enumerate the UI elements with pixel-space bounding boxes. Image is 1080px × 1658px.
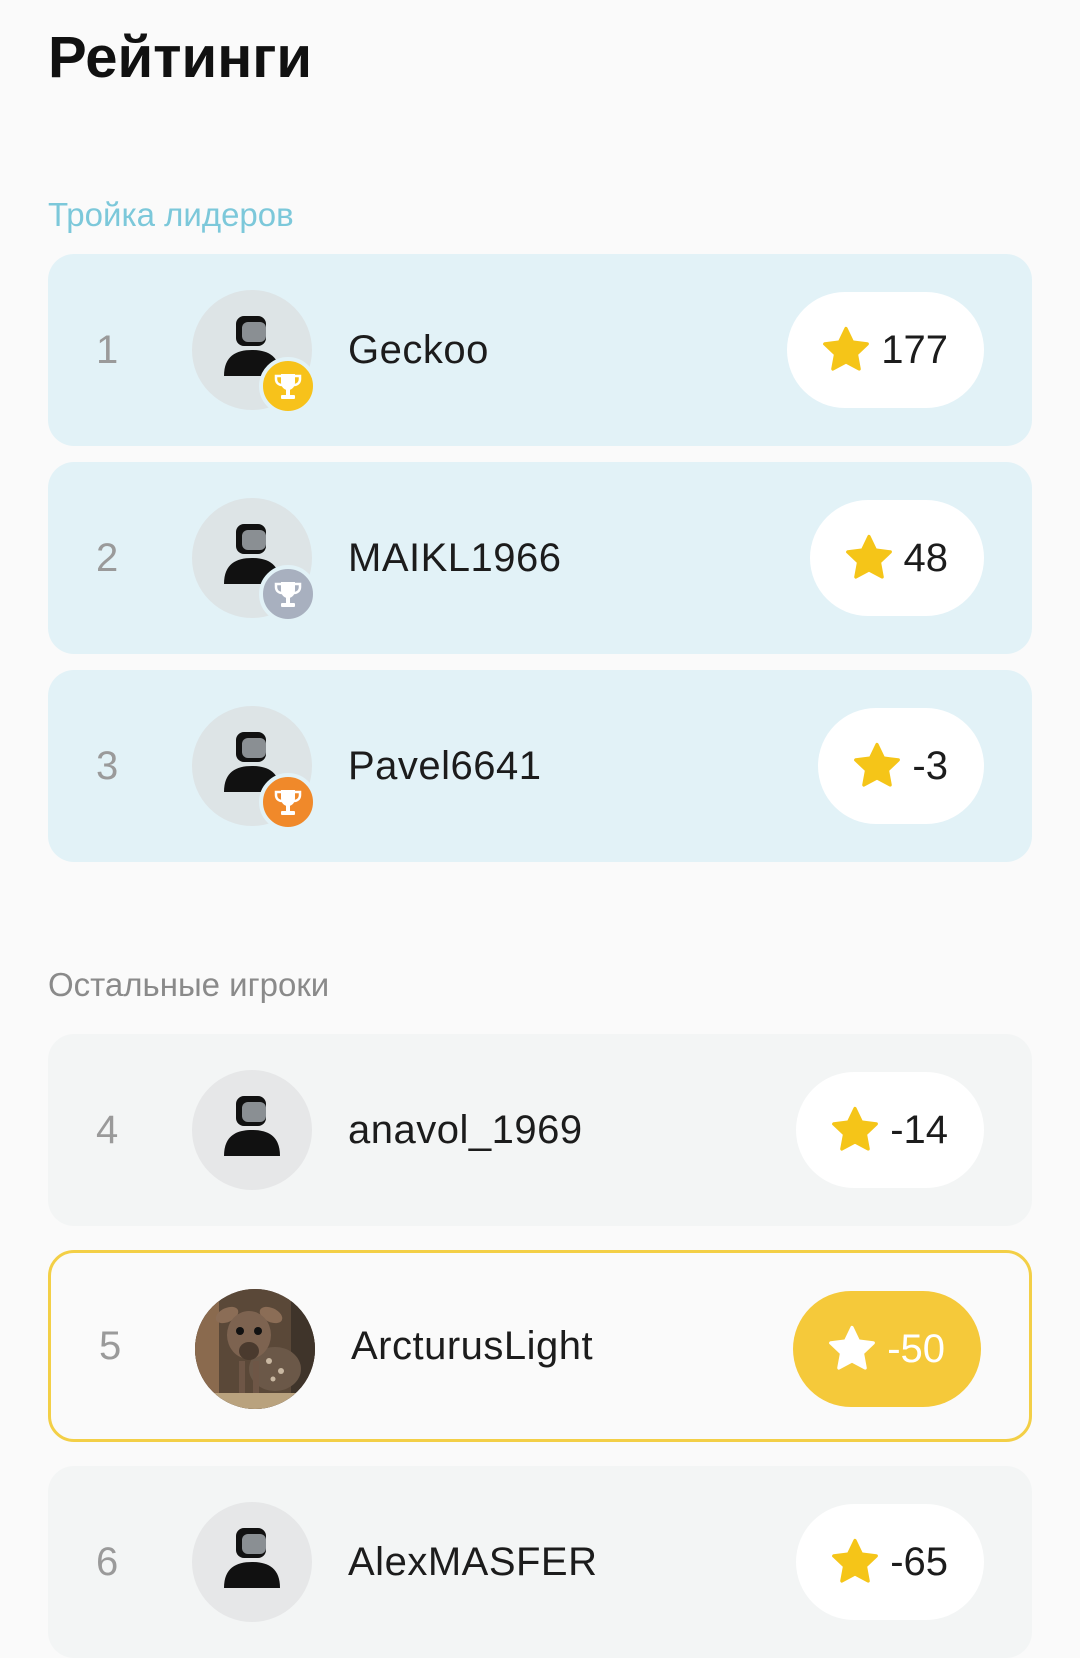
score-value: -50 [887,1326,945,1371]
trophy-badge-gold [259,357,317,415]
person-icon [224,1528,280,1588]
section-label-others: Остальные игроки [48,966,330,1003]
player-name: MAIKL1966 [348,535,562,580]
deer-photo [195,1289,315,1409]
avatar-photo [195,1289,315,1409]
star-icon [852,742,902,790]
leaderboard-row[interactable]: 1 Geckoo 177 [48,254,1032,446]
leaderboard-row[interactable]: 3 Pavel6641 -3 [48,670,1032,862]
star-icon [830,1538,880,1586]
rank-number: 2 [96,535,119,580]
player-name: anavol_1969 [348,1107,583,1152]
rank-number: 3 [96,743,119,788]
leaderboard-row-current-user[interactable]: 5 ArcturusLight -50 [48,1250,1032,1442]
avatar [192,706,317,831]
trophy-badge-bronze [259,773,317,831]
score-pill: 177 [787,292,984,408]
score-value: -3 [912,743,948,788]
score-pill-current-user: -50 [793,1291,981,1407]
person-icon [224,1096,280,1156]
score-value: -14 [890,1107,948,1152]
leaderboard-row[interactable]: 4 anavol_1969 -14 [48,1034,1032,1226]
trophy-icon [274,790,302,815]
player-name: AlexMASFER [348,1539,598,1584]
section-label-leaders: Тройка лидеров [48,196,294,233]
score-pill: 48 [809,500,984,616]
avatar [192,290,317,415]
player-name: ArcturusLight [351,1323,594,1368]
trophy-badge-silver [259,565,317,623]
star-icon [830,1106,880,1154]
avatar [192,1502,312,1622]
star-icon [844,534,894,582]
avatar [192,498,317,623]
score-pill: -3 [818,708,984,824]
rank-number: 5 [99,1323,122,1368]
leaderboard-row[interactable]: 2 MAIKL1966 48 [48,462,1032,654]
score-value: -65 [890,1539,948,1584]
trophy-icon [274,374,302,399]
score-pill: -65 [796,1504,984,1620]
score-value: 177 [881,327,948,372]
avatar [192,1070,312,1190]
trophy-icon [274,582,302,607]
star-icon [827,1325,877,1373]
leaderboard-row[interactable]: 6 AlexMASFER -65 [48,1466,1032,1658]
rank-number: 6 [96,1539,119,1584]
star-icon [821,326,871,374]
page-title: Рейтинги [48,25,313,90]
rank-number: 1 [96,327,119,372]
score-value: 48 [903,535,949,580]
player-name: Pavel6641 [348,743,542,788]
player-name: Geckoo [348,327,489,372]
rank-number: 4 [96,1107,119,1152]
score-pill: -14 [796,1072,984,1188]
